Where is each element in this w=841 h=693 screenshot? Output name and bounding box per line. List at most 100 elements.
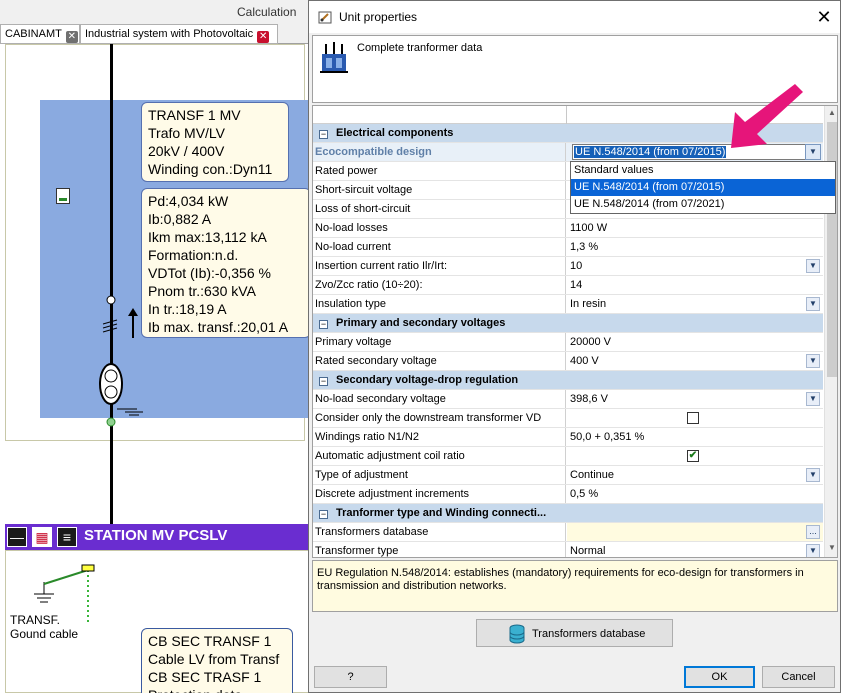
transformers-database-label: Transformers database: [532, 628, 646, 640]
chevron-down-icon[interactable]: ▼: [806, 392, 820, 406]
cb-label-box[interactable]: CB SEC TRANSF 1 Cable LV from Transf CB …: [141, 628, 293, 693]
ecocompatible-design-dropdown[interactable]: Standard values UE N.548/2014 (from 07/2…: [570, 161, 836, 214]
property-row[interactable]: Automatic adjustment coil ratio ✔: [313, 447, 823, 466]
property-row[interactable]: Insulation type In resin ▼: [313, 295, 823, 314]
label-text: Secondary voltage-drop regulation: [336, 374, 519, 386]
property-value[interactable]: 10 ▼: [567, 257, 823, 275]
property-label: Primary voltage: [313, 333, 566, 351]
value-text: 50,0 + 0,351 %: [570, 431, 645, 443]
chevron-down-icon[interactable]: ▼: [806, 259, 820, 273]
dropdown-option[interactable]: UE N.548/2014 (from 07/2021): [571, 196, 835, 213]
category-label: − Primary and secondary voltages: [313, 314, 823, 332]
category-label: − Secondary voltage-drop regulation: [313, 371, 823, 389]
value-text: 14: [570, 279, 583, 291]
property-row[interactable]: No-load secondary voltage 398,6 V ▼: [313, 390, 823, 409]
property-value[interactable]: 398,6 V ▼: [567, 390, 823, 408]
property-row[interactable]: Type of adjustment Continue ▼: [313, 466, 823, 485]
dropdown-option[interactable]: UE N.548/2014 (from 07/2015): [571, 179, 835, 196]
unit-icon[interactable]: [56, 188, 70, 204]
label-text: No-load secondary voltage: [315, 393, 446, 405]
category-row[interactable]: − Primary and secondary voltages: [313, 314, 823, 333]
property-label: Transformers database: [313, 523, 566, 541]
property-row[interactable]: No-load current 1,3 %: [313, 238, 823, 257]
property-row[interactable]: Primary voltage 20000 V: [313, 333, 823, 352]
label-text: No-load current: [315, 241, 391, 253]
property-row[interactable]: Transformers database...: [313, 523, 823, 542]
property-value[interactable]: Normal ▼: [567, 542, 823, 557]
cancel-button[interactable]: Cancel: [762, 666, 835, 688]
transformers-database-button[interactable]: Transformers database: [476, 619, 673, 647]
close-icon[interactable]: ✕: [814, 7, 834, 27]
property-value[interactable]: 400 V ▼: [567, 352, 823, 370]
transformer-label-box[interactable]: TRANSF 1 MV Trafo MV/LV 20kV / 400V Wind…: [141, 102, 289, 182]
chevron-down-icon[interactable]: ▼: [806, 468, 820, 482]
tab-label: CABINAMT: [5, 28, 62, 40]
value-text: In resin: [570, 298, 607, 310]
property-label: Loss of short-circuit: [313, 200, 566, 218]
property-row[interactable]: Consider only the downstream transformer…: [313, 409, 823, 428]
property-row[interactable]: Windings ratio N1/N2 50,0 + 0,351 %: [313, 428, 823, 447]
label-text: Primary voltage: [315, 336, 392, 348]
collapse-icon[interactable]: −: [319, 320, 328, 329]
property-value[interactable]: [567, 409, 823, 427]
category-row[interactable]: − Tranformer type and Winding connecti...: [313, 504, 823, 523]
label-text: Consider only the downstream transformer…: [315, 412, 542, 424]
property-label: No-load current: [313, 238, 566, 256]
dialog-titlebar[interactable]: Unit properties ✕: [309, 1, 840, 33]
category-row[interactable]: − Secondary voltage-drop regulation: [313, 371, 823, 390]
ok-button[interactable]: OK: [684, 666, 755, 688]
property-value[interactable]: 20000 V: [567, 333, 823, 351]
property-row[interactable]: Discrete adjustment increments 0,5 %: [313, 485, 823, 504]
collapse-icon[interactable]: −: [319, 510, 328, 519]
property-value[interactable]: 1100 W: [567, 219, 823, 237]
cabinet-icon[interactable]: ▦: [32, 527, 52, 547]
tab-cabinamt[interactable]: CABINAMT ✕: [0, 24, 80, 44]
value-text: 400 V: [570, 355, 599, 367]
chevron-down-icon[interactable]: ▼: [805, 144, 821, 160]
property-value[interactable]: ✔: [567, 447, 823, 465]
property-value[interactable]: 14: [567, 276, 823, 294]
property-row[interactable]: No-load losses 1100 W: [313, 219, 823, 238]
property-row[interactable]: Insertion current ratio Ilr/Irt: 10 ▼: [313, 257, 823, 276]
property-row[interactable]: Rated secondary voltage 400 V ▼: [313, 352, 823, 371]
property-row[interactable]: Transformer type Normal ▼: [313, 542, 823, 557]
collapse-icon[interactable]: −: [319, 130, 328, 139]
property-description: EU Regulation N.548/2014: establishes (m…: [312, 560, 838, 612]
ellipsis-icon[interactable]: ...: [806, 525, 820, 539]
station-header[interactable]: — ▦ ≡ STATION MV PCSLV: [5, 524, 310, 550]
label-text: Primary and secondary voltages: [336, 317, 506, 329]
chevron-down-icon[interactable]: ▼: [806, 297, 820, 311]
collapse-icon[interactable]: —: [7, 527, 27, 547]
database-icon: [509, 624, 525, 644]
close-icon[interactable]: ✕: [65, 31, 78, 43]
close-icon[interactable]: ✕: [257, 31, 270, 43]
transformer-data-box[interactable]: Pd:4,034 kW Ib:0,882 A Ikm max:13,112 kA…: [141, 188, 310, 338]
label-text: Electrical components: [336, 127, 454, 139]
property-value[interactable]: 50,0 + 0,351 %: [567, 428, 823, 446]
scroll-down-icon[interactable]: ▼: [825, 543, 837, 555]
chevron-down-icon[interactable]: ▼: [806, 544, 820, 557]
property-row[interactable]: Zvo/Zcc ratio (10÷20): 14: [313, 276, 823, 295]
collapse-icon[interactable]: −: [319, 377, 328, 386]
property-value[interactable]: ...: [567, 523, 823, 541]
diagram-canvas[interactable]: TRANSF 1 MV Trafo MV/LV 20kV / 400V Wind…: [0, 44, 310, 693]
value-text: 10: [570, 260, 583, 272]
label-text: Windings ratio N1/N2: [315, 431, 419, 443]
list-icon[interactable]: ≡: [57, 527, 77, 547]
help-button[interactable]: ?: [314, 666, 387, 688]
checkbox-checked[interactable]: ✔: [687, 450, 699, 462]
property-value[interactable]: 0,5 %: [567, 485, 823, 503]
property-value[interactable]: In resin ▼: [567, 295, 823, 313]
tab-industrial-system[interactable]: Industrial system with Photovoltaic ✕: [80, 24, 278, 44]
property-grid[interactable]: − Electrical components Ecocompatible desi…: [312, 105, 838, 558]
property-label: Consider only the downstream transformer…: [313, 409, 566, 427]
property-value[interactable]: Continue ▼: [567, 466, 823, 484]
property-label: Insulation type: [313, 295, 566, 313]
dropdown-option[interactable]: Standard values: [571, 162, 835, 179]
scroll-up-icon[interactable]: ▲: [825, 108, 837, 120]
property-value[interactable]: 1,3 %: [567, 238, 823, 256]
checkbox-unchecked[interactable]: [687, 412, 699, 424]
chevron-down-icon[interactable]: ▼: [806, 354, 820, 368]
label-text: Discrete adjustment increments: [315, 488, 470, 500]
property-label: Automatic adjustment coil ratio: [313, 447, 566, 465]
